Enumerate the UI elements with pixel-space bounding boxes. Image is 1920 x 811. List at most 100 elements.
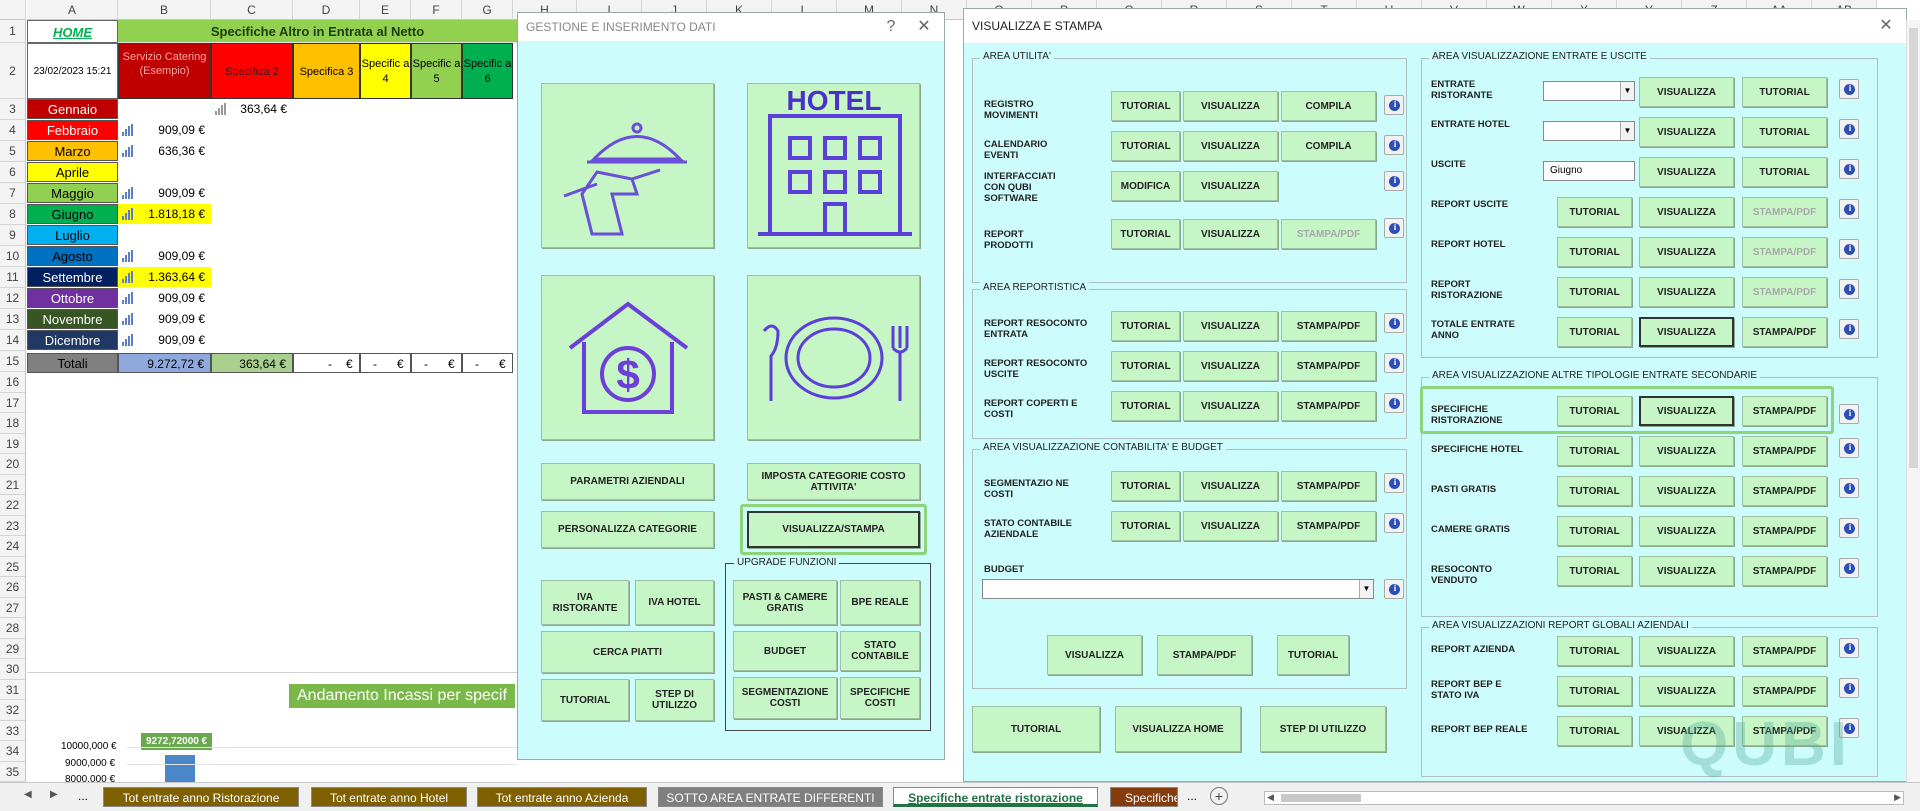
- row-header[interactable]: 13: [0, 309, 26, 330]
- altre-visualizza-button[interactable]: VISUALIZZA: [1639, 556, 1734, 586]
- altre-stampa-button[interactable]: STAMPA/PDF: [1742, 436, 1827, 466]
- horizontal-scrollbar[interactable]: ◀ ▶: [1264, 791, 1904, 805]
- info-icon[interactable]: i: [1839, 638, 1859, 658]
- report-prodotti-stampa-button[interactable]: STAMPA/PDF: [1281, 219, 1376, 249]
- report-prodotti-visualizza-button[interactable]: VISUALIZZA: [1183, 219, 1278, 249]
- pasti-camere-button[interactable]: PASTI & CAMERE GRATIS: [733, 580, 837, 625]
- sheet-tab[interactable]: Specifiche entrate ristorazione: [893, 787, 1098, 807]
- info-icon[interactable]: i: [1839, 79, 1859, 99]
- row-header[interactable]: 28: [0, 618, 26, 639]
- close-button[interactable]: ✕: [1872, 12, 1900, 40]
- tab-scroll-right-icon[interactable]: ▶: [50, 789, 58, 800]
- altre-visualizza-button[interactable]: VISUALIZZA: [1639, 516, 1734, 546]
- contabilita-stampa-button[interactable]: STAMPA/PDF: [1281, 471, 1376, 501]
- footer-tutorial-button[interactable]: TUTORIAL: [972, 706, 1100, 752]
- entrate-visualizza-button[interactable]: VISUALIZZA: [1639, 117, 1734, 147]
- chart-bar[interactable]: [165, 755, 195, 783]
- column-header[interactable]: F: [411, 0, 462, 20]
- add-sheet-icon[interactable]: +: [1210, 787, 1228, 805]
- altre-stampa-button[interactable]: STAMPA/PDF: [1742, 556, 1827, 586]
- row-header[interactable]: 17: [0, 392, 26, 413]
- report-visualizza-button[interactable]: VISUALIZZA: [1183, 311, 1278, 341]
- entrate-visualizza-button[interactable]: VISUALIZZA: [1639, 77, 1734, 107]
- info-icon[interactable]: i: [1384, 218, 1404, 238]
- scroll-right-arrow-icon[interactable]: ▶: [1894, 792, 1901, 803]
- row-header[interactable]: 15: [0, 351, 26, 372]
- column-header[interactable]: B: [118, 0, 211, 20]
- contabilita-visualizza-button[interactable]: VISUALIZZA: [1183, 471, 1278, 501]
- info-icon[interactable]: i: [1839, 159, 1859, 179]
- footer-step-utilizzo-button[interactable]: STEP DI UTILIZZO: [1260, 706, 1386, 752]
- row-header[interactable]: 31: [0, 679, 26, 700]
- info-icon[interactable]: i: [1384, 393, 1404, 413]
- entrate-combo[interactable]: ▼: [1543, 81, 1635, 101]
- report-tutorial-button[interactable]: TUTORIAL: [1111, 311, 1180, 341]
- tab-more-left[interactable]: ...: [78, 789, 88, 803]
- sheet-tab[interactable]: Tot entrate anno Azienda: [477, 787, 647, 807]
- report-stampa-button[interactable]: STAMPA/PDF: [1281, 391, 1376, 421]
- budget-stampa-button[interactable]: STAMPA/PDF: [1157, 635, 1252, 675]
- info-icon[interactable]: i: [1839, 404, 1859, 424]
- close-button[interactable]: ✕: [910, 13, 938, 41]
- globali-visualizza-button[interactable]: VISUALIZZA: [1639, 636, 1734, 666]
- report-tutorial-button[interactable]: TUTORIAL: [1111, 391, 1180, 421]
- info-icon[interactable]: i: [1839, 199, 1859, 219]
- altre-visualizza-button[interactable]: VISUALIZZA: [1639, 436, 1734, 466]
- tab-scroll-left-icon[interactable]: ◀: [24, 789, 32, 800]
- scroll-left-arrow-icon[interactable]: ◀: [1267, 792, 1274, 803]
- row-header[interactable]: 6: [0, 162, 26, 183]
- interfacciati-visualizza-button[interactable]: VISUALIZZA: [1183, 171, 1278, 201]
- row-header[interactable]: 33: [0, 720, 26, 741]
- entrate-tutorial-button[interactable]: TUTORIAL: [1557, 197, 1632, 227]
- info-icon[interactable]: i: [1839, 119, 1859, 139]
- sheet-tab[interactable]: SOTTO AREA ENTRATE DIFFERENTI: [658, 787, 883, 807]
- row-header[interactable]: 32: [0, 700, 26, 721]
- row-header[interactable]: 8: [0, 204, 26, 225]
- contabilita-tutorial-button[interactable]: TUTORIAL: [1111, 511, 1180, 541]
- chevron-down-icon[interactable]: ▼: [1359, 580, 1373, 598]
- sheet-tab[interactable]: Tot entrate anno Ristorazione: [103, 787, 299, 807]
- registro-tutorial-button[interactable]: TUTORIAL: [1111, 91, 1180, 121]
- altre-visualizza-button[interactable]: VISUALIZZA: [1639, 476, 1734, 506]
- calendario-tutorial-button[interactable]: TUTORIAL: [1111, 131, 1180, 161]
- info-icon[interactable]: i: [1839, 239, 1859, 259]
- row-header[interactable]: 9: [0, 225, 26, 246]
- calendario-compila-button[interactable]: COMPILA: [1281, 131, 1376, 161]
- entrate-visualizza-button[interactable]: VISUALIZZA: [1639, 197, 1734, 227]
- row-header[interactable]: 18: [0, 413, 26, 434]
- entrate-visualizza-button[interactable]: VISUALIZZA: [1639, 277, 1734, 307]
- contabilita-stampa-button[interactable]: STAMPA/PDF: [1281, 511, 1376, 541]
- row-header[interactable]: 35: [0, 761, 26, 782]
- entrate-stampa-button[interactable]: STAMPA/PDF: [1742, 277, 1827, 307]
- info-icon[interactable]: i: [1839, 438, 1859, 458]
- budget-button[interactable]: BUDGET: [733, 631, 837, 671]
- footer-visualizza-home-button[interactable]: VISUALIZZA HOME: [1115, 706, 1241, 752]
- entrate-tutorial-button[interactable]: TUTORIAL: [1742, 77, 1827, 107]
- entrate-tutorial-button[interactable]: TUTORIAL: [1557, 277, 1632, 307]
- info-icon[interactable]: i: [1384, 579, 1404, 599]
- personalizza-categorie-button[interactable]: PERSONALIZZA CATEGORIE: [541, 511, 714, 548]
- info-icon[interactable]: i: [1384, 95, 1404, 115]
- entrate-visualizza-button[interactable]: VISUALIZZA: [1639, 157, 1734, 187]
- info-icon[interactable]: i: [1384, 313, 1404, 333]
- info-icon[interactable]: i: [1384, 473, 1404, 493]
- chevron-down-icon[interactable]: ▼: [1620, 82, 1634, 100]
- globali-tutorial-button[interactable]: TUTORIAL: [1557, 716, 1632, 746]
- select-all-corner[interactable]: [0, 0, 26, 20]
- bpe-reale-button[interactable]: BPE REALE: [840, 580, 920, 625]
- budget-visualizza-button[interactable]: VISUALIZZA: [1047, 635, 1142, 675]
- contabilita-visualizza-button[interactable]: VISUALIZZA: [1183, 511, 1278, 541]
- specifiche-costi-button[interactable]: SPECIFICHE COSTI: [840, 677, 920, 719]
- report-stampa-button[interactable]: STAMPA/PDF: [1281, 311, 1376, 341]
- row-header[interactable]: 2: [0, 43, 26, 99]
- column-header[interactable]: E: [360, 0, 411, 20]
- globali-stampa-button[interactable]: STAMPA/PDF: [1742, 636, 1827, 666]
- tab-more-right[interactable]: ...: [1187, 789, 1197, 803]
- entrate-visualizza-button[interactable]: VISUALIZZA: [1639, 237, 1734, 267]
- piatti-picture-button[interactable]: [747, 275, 920, 440]
- column-header[interactable]: G: [462, 0, 513, 20]
- row-header[interactable]: 12: [0, 288, 26, 309]
- row-header[interactable]: 24: [0, 536, 26, 557]
- budget-combo[interactable]: ▼: [982, 579, 1374, 599]
- tutorial-button[interactable]: TUTORIAL: [541, 679, 629, 721]
